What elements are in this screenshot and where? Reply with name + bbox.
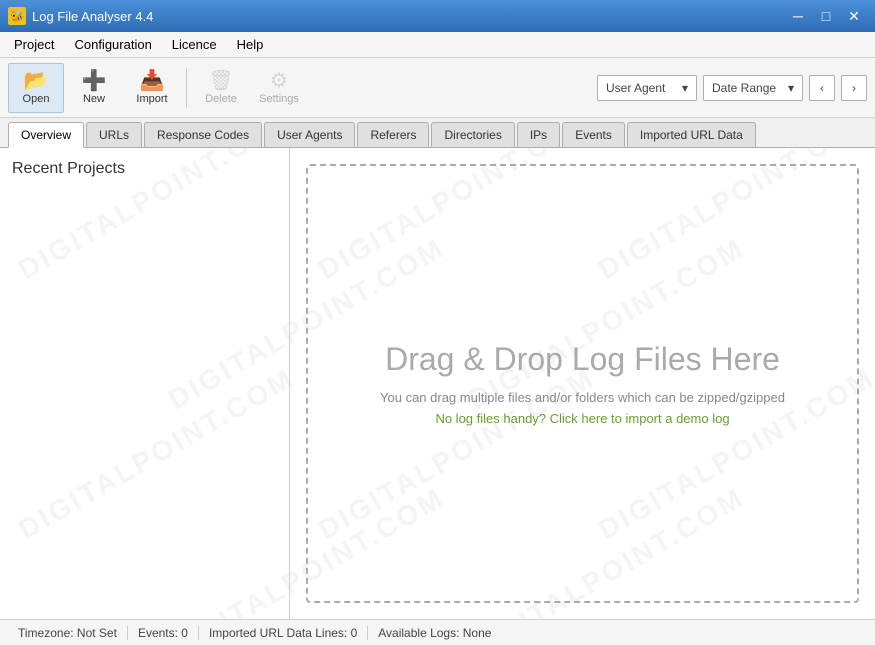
new-button[interactable]: ➕ New [66, 63, 122, 113]
delete-label: Delete [205, 93, 237, 105]
drop-zone-subtitle: You can drag multiple files and/or folde… [380, 390, 785, 405]
delete-icon: 🗑 [208, 71, 233, 91]
close-button[interactable]: ✕ [841, 5, 867, 27]
toolbar: 📂 Open ➕ New 📥 Import 🗑 Delete ⚙ Setting… [0, 58, 875, 118]
new-icon: ➕ [82, 71, 107, 91]
status-bar: Timezone: Not Set Events: 0 Imported URL… [0, 619, 875, 645]
import-icon: 📥 [140, 71, 165, 91]
svg-text:🐝: 🐝 [10, 10, 24, 23]
import-button[interactable]: 📥 Import [124, 63, 180, 113]
tab-referers[interactable]: Referers [357, 122, 429, 147]
menu-configuration[interactable]: Configuration [64, 34, 161, 55]
chevron-down-icon-2: ▾ [788, 81, 794, 95]
menu-licence[interactable]: Licence [162, 34, 227, 55]
tab-directories[interactable]: Directories [431, 122, 514, 147]
delete-button[interactable]: 🗑 Delete [193, 63, 249, 113]
settings-label: Settings [259, 93, 299, 105]
tab-urls[interactable]: URLs [86, 122, 142, 147]
tab-user-agents[interactable]: User Agents [264, 122, 355, 147]
title-controls: ─ □ ✕ [785, 5, 867, 27]
toolbar-separator-1 [186, 68, 187, 108]
settings-button[interactable]: ⚙ Settings [251, 63, 307, 113]
demo-log-link[interactable]: No log files handy? Click here to import… [435, 411, 729, 426]
tab-imported-url-data[interactable]: Imported URL Data [627, 122, 756, 147]
title-bar: 🐝 Log File Analyser 4.4 ─ □ ✕ [0, 0, 875, 32]
tabs-bar: Overview URLs Response Codes User Agents… [0, 118, 875, 148]
title-bar-left: 🐝 Log File Analyser 4.4 [8, 7, 153, 25]
menu-bar: Project Configuration Licence Help [0, 32, 875, 58]
prev-button[interactable]: ‹ [809, 75, 835, 101]
drop-zone[interactable]: Drag & Drop Log Files Here You can drag … [306, 164, 859, 603]
main-content: DIGITALPOINT.COM DIGITALPOINT.COM DIGITA… [0, 148, 875, 619]
open-label: Open [23, 93, 50, 105]
user-agent-dropdown[interactable]: User Agent ▾ [597, 75, 697, 101]
status-imported-url-data-lines: Imported URL Data Lines: 0 [199, 626, 368, 640]
open-icon: 📂 [24, 71, 49, 91]
minimize-button[interactable]: ─ [785, 5, 811, 27]
recent-projects-panel: Recent Projects [0, 148, 290, 619]
import-label: Import [136, 93, 167, 105]
app-icon: 🐝 [8, 7, 26, 25]
drop-zone-title: Drag & Drop Log Files Here [385, 341, 780, 378]
status-available-logs: Available Logs: None [368, 626, 501, 640]
open-button[interactable]: 📂 Open [8, 63, 64, 113]
maximize-button[interactable]: □ [813, 5, 839, 27]
tab-overview[interactable]: Overview [8, 122, 84, 148]
status-events: Events: 0 [128, 626, 199, 640]
tab-response-codes[interactable]: Response Codes [144, 122, 262, 147]
tab-events[interactable]: Events [562, 122, 625, 147]
status-timezone: Timezone: Not Set [8, 626, 128, 640]
menu-help[interactable]: Help [227, 34, 274, 55]
app-title: Log File Analyser 4.4 [32, 9, 153, 24]
new-label: New [83, 93, 105, 105]
menu-project[interactable]: Project [4, 34, 64, 55]
toolbar-right: User Agent ▾ Date Range ▾ ‹ › [597, 75, 867, 101]
settings-icon: ⚙ [270, 71, 288, 91]
recent-projects-title: Recent Projects [12, 160, 277, 178]
date-range-dropdown[interactable]: Date Range ▾ [703, 75, 803, 101]
tab-ips[interactable]: IPs [517, 122, 560, 147]
chevron-down-icon: ▾ [682, 81, 688, 95]
next-button[interactable]: › [841, 75, 867, 101]
